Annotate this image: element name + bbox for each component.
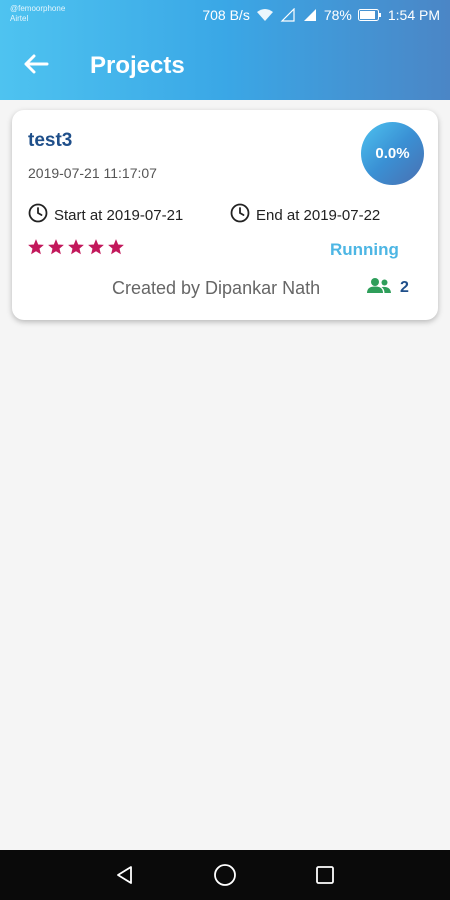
star-icon [68,239,84,255]
project-card[interactable]: test3 2019-07-21 11:17:07 0.0% Start at … [12,110,438,320]
battery-icon [357,9,382,21]
start-date: Start at 2019-07-21 [28,203,183,227]
member-count: 2 [400,278,409,296]
star-icon [48,239,64,255]
nav-recents-button[interactable] [310,860,340,890]
project-created-at: 2019-07-21 11:17:07 [28,165,157,181]
home-circle-icon [214,864,236,886]
start-date-label: Start at 2019-07-21 [54,206,184,224]
clock-icon [28,203,48,227]
arrow-left-icon [23,54,49,79]
star-icon [108,239,124,255]
carrier-line-2: Airtel [10,14,29,23]
progress-indicator: 0.0% [361,122,424,185]
project-name: test3 [28,130,73,151]
status-badge: Running [330,240,399,259]
carrier-info: @femoorphone Airtel [10,4,65,24]
battery-percent: 78% [323,7,352,23]
group-icon [366,277,392,298]
star-icon [88,239,104,255]
signal-icon-1 [280,8,296,22]
wifi-icon [256,8,274,22]
clock-icon [230,203,250,227]
clock-time: 1:54 PM [387,7,440,23]
app-bar: Projects [0,32,450,100]
status-bar: @femoorphone Airtel 708 B/s 78% 1:54 PM [0,0,450,32]
star-icon [28,239,44,255]
rating-stars [27,238,125,256]
page-title: Projects [90,52,185,79]
creator-label: Created by Dipankar Nath [112,278,321,298]
status-icons: 708 B/s 78% 1:54 PM [202,7,440,23]
back-button[interactable] [18,48,54,84]
recents-square-icon [316,866,334,884]
end-date: End at 2019-07-22 [230,203,380,227]
signal-icon-2 [302,8,318,22]
nav-home-button[interactable] [210,860,240,890]
members-indicator[interactable]: 2 [366,277,409,298]
progress-label: 0.0% [375,145,410,162]
carrier-line-1: @femoorphone [10,4,66,13]
end-date-label: End at 2019-07-22 [256,206,381,224]
nav-back-button[interactable] [110,860,140,890]
network-speed: 708 B/s [202,7,250,23]
system-nav-bar [0,850,450,900]
header: @femoorphone Airtel 708 B/s 78% 1:54 PM [0,0,450,100]
back-triangle-icon [117,866,132,884]
